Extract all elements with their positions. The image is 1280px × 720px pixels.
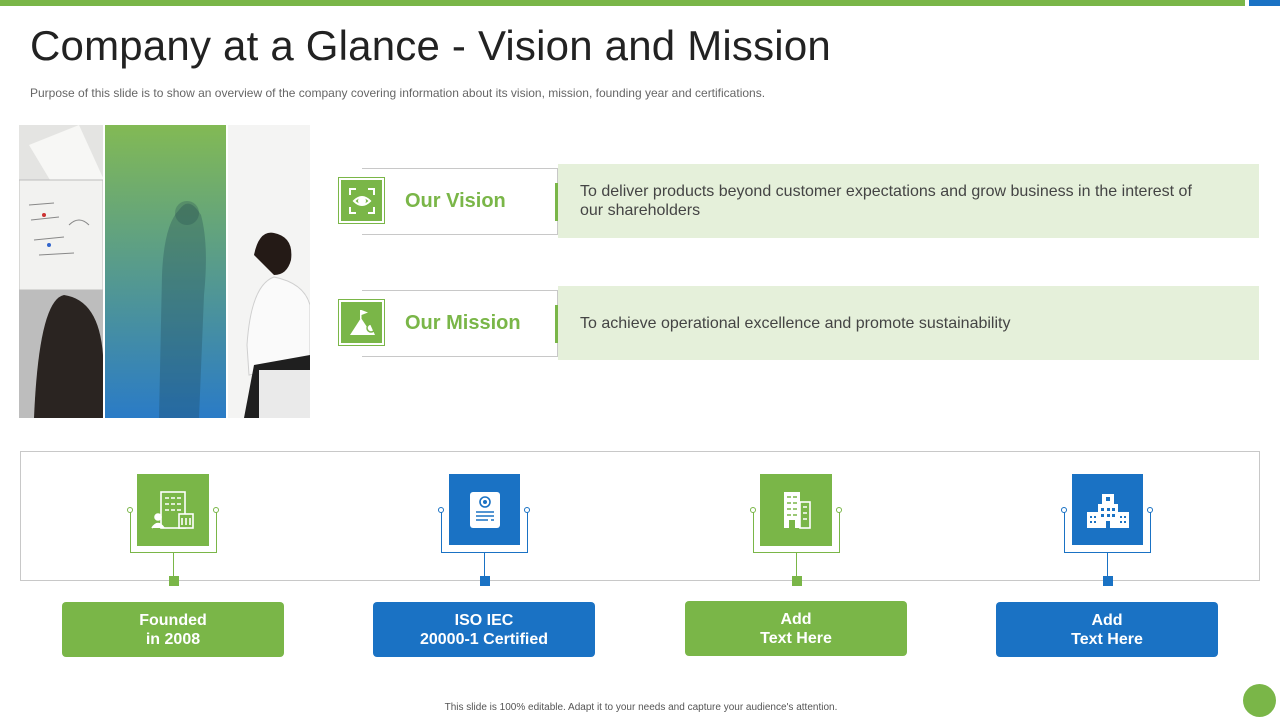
milestone-add-text-2: Add Text Here [996, 0, 1218, 720]
apartment-building-icon [760, 474, 832, 546]
connector-dot [1061, 507, 1067, 513]
hospital-building-icon [1072, 474, 1143, 545]
certificate-icon [449, 474, 520, 545]
milestone-add-text-1: Add Text Here [685, 0, 907, 720]
founded-line2: in 2008 [145, 630, 201, 648]
founded-button[interactable]: Founded in 2008 [62, 602, 284, 657]
iso-line2: 20000-1 Certified [419, 630, 549, 648]
milestone-iso-certified: ISO IEC 20000-1 Certified [373, 0, 595, 720]
add-text-button-1[interactable]: Add Text Here [685, 601, 907, 656]
connector-square [792, 576, 802, 586]
add-text-button-2[interactable]: Add Text Here [996, 602, 1218, 657]
add-text-1-line1: Add [780, 610, 812, 628]
connector-stem [1107, 553, 1108, 577]
connector-dot [127, 507, 133, 513]
connector-square [480, 576, 490, 586]
top-accent-bar-blue [1249, 0, 1280, 6]
connector-square [169, 576, 179, 586]
add-text-2-line2: Text Here [1071, 630, 1143, 648]
iso-certified-button[interactable]: ISO IEC 20000-1 Certified [373, 602, 595, 657]
office-building-icon [137, 474, 209, 546]
add-text-1-line2: Text Here [760, 629, 832, 647]
connector-dot [836, 507, 842, 513]
connector-square [1103, 576, 1113, 586]
connector-dot [750, 507, 756, 513]
connector-stem [484, 553, 485, 577]
corner-decoration-circle [1243, 684, 1276, 717]
milestone-founded: Founded in 2008 [62, 0, 284, 720]
connector-dot [524, 507, 530, 513]
connector-dot [213, 507, 219, 513]
connector-stem [796, 553, 797, 577]
add-text-2-line1: Add [1091, 611, 1123, 629]
connector-dot [438, 507, 444, 513]
connector-stem [173, 553, 174, 577]
connector-dot [1147, 507, 1153, 513]
footer-note: This slide is 100% editable. Adapt it to… [444, 702, 838, 713]
iso-line1: ISO IEC [454, 611, 514, 629]
founded-line1: Founded [139, 611, 207, 629]
